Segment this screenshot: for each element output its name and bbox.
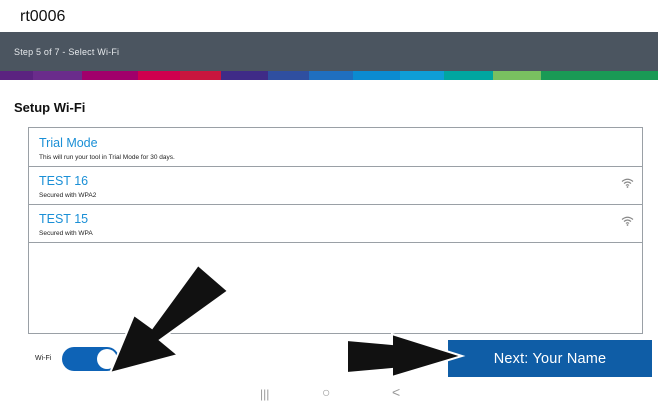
recents-nav-icon[interactable]: ||| [260,387,269,401]
back-nav-icon[interactable]: < [392,384,400,400]
annotation-arrows [108,263,466,379]
home-nav-icon[interactable]: ○ [322,384,330,400]
annotation-arrow-toggle [108,263,230,375]
annotation-arrow-next [346,332,466,379]
